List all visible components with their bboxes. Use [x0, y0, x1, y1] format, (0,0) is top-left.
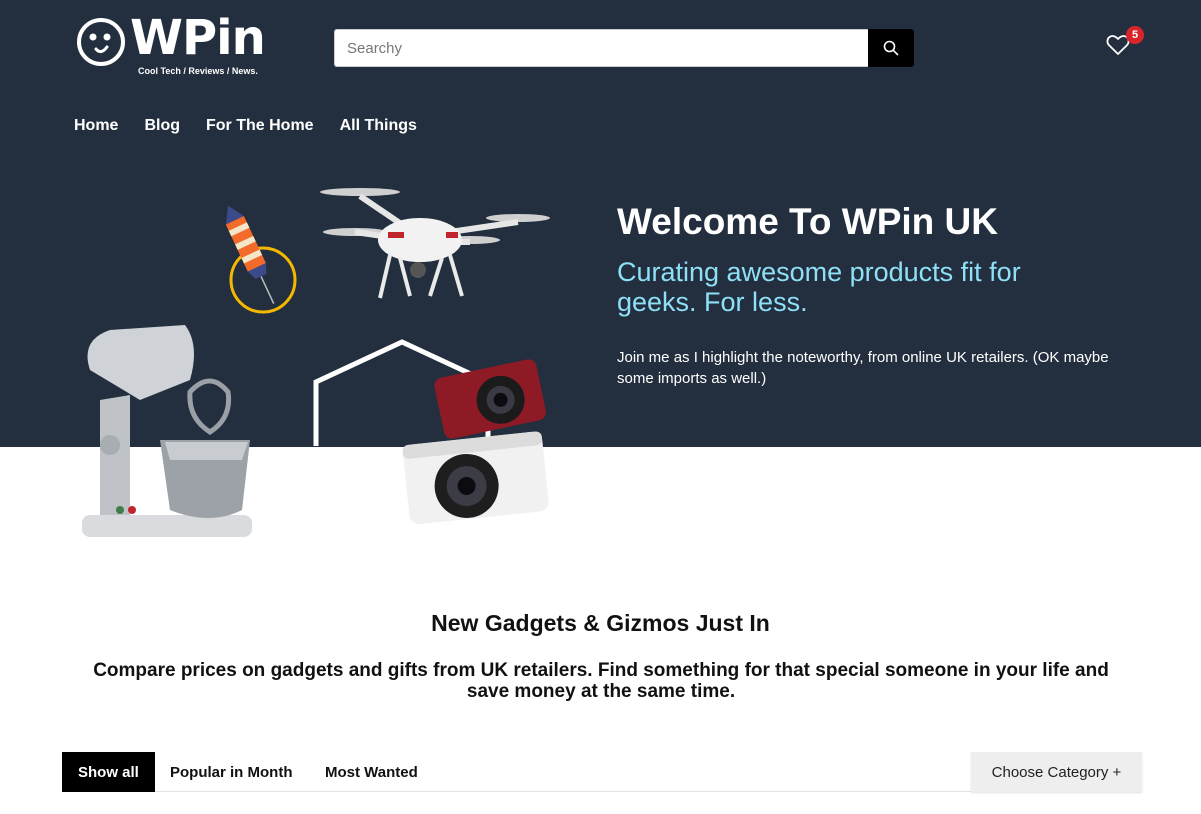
- nav-item-blog[interactable]: Blog: [144, 116, 180, 136]
- tab-show-all[interactable]: Show all: [62, 752, 155, 792]
- camera-icon: [402, 359, 549, 525]
- search-icon: [883, 40, 899, 56]
- search-button[interactable]: [868, 29, 914, 67]
- wishlist-count-badge: 5: [1126, 26, 1144, 44]
- choose-category-button[interactable]: Choose Category +: [971, 752, 1142, 792]
- logo-tagline: Cool Tech / Reviews / News.: [138, 66, 258, 76]
- product-filter-bar: Show all Popular in Month Most Wanted Ch…: [62, 752, 1142, 792]
- drone-icon: [320, 188, 550, 299]
- nav-item-all-things[interactable]: All Things: [340, 116, 417, 136]
- section-description: Compare prices on gadgets and gifts from…: [93, 660, 1109, 702]
- logo-text: WPin: [130, 10, 266, 66]
- section-title: New Gadgets & Gizmos Just In: [431, 610, 770, 636]
- rocket-icon: [225, 205, 297, 314]
- logo-face-icon: [77, 18, 125, 66]
- search-input[interactable]: [334, 29, 868, 67]
- hero-illustration: [82, 188, 550, 537]
- tab-most-wanted[interactable]: Most Wanted: [325, 752, 418, 792]
- hero-title: Welcome To WPin UK: [617, 201, 998, 242]
- search-bar: [334, 29, 914, 67]
- wishlist-button[interactable]: 5: [1106, 26, 1144, 60]
- nav-item-for-the-home[interactable]: For The Home: [206, 116, 314, 136]
- site-logo[interactable]: WPin Cool Tech / Reviews / News.: [76, 10, 276, 78]
- main-nav: Home Blog For The Home All Things: [74, 116, 443, 136]
- hero-description: Join me as I highlight the noteworthy, f…: [617, 349, 1109, 387]
- tab-popular-in-month[interactable]: Popular in Month: [170, 752, 292, 792]
- nav-item-home[interactable]: Home: [74, 116, 118, 136]
- hero-subtitle: Curating awesome products fit for geeks.…: [617, 257, 1021, 317]
- stand-mixer-icon: [82, 325, 252, 537]
